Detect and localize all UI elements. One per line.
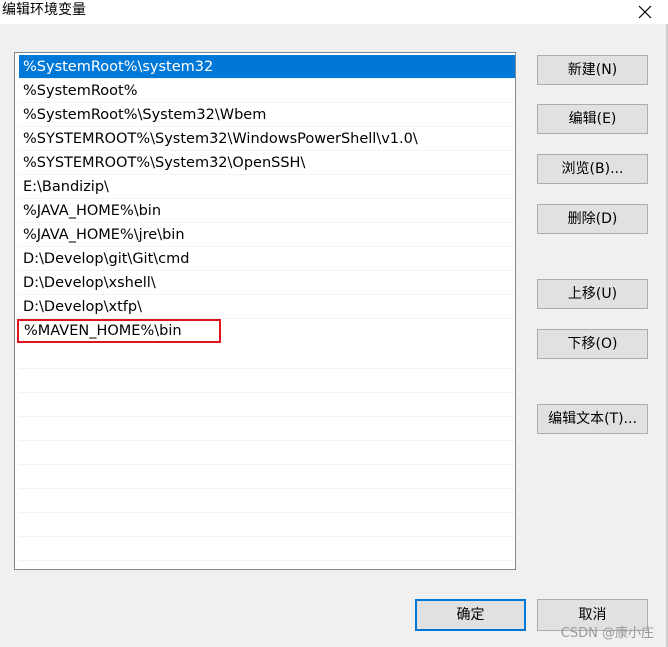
new-button[interactable]: 新建(N) — [537, 55, 648, 85]
watermark: CSDN @康小庄 — [560, 626, 654, 641]
ok-button[interactable]: 确定 — [415, 599, 526, 631]
list-item[interactable]: %SystemRoot%\System32\Wbem — [19, 103, 515, 127]
title-bar: 编辑环境变量 — [0, 0, 668, 24]
empty-row[interactable] — [19, 441, 515, 465]
list-item[interactable]: %JAVA_HOME%\jre\bin — [19, 223, 515, 247]
empty-row[interactable] — [19, 537, 515, 561]
delete-button[interactable]: 删除(D) — [537, 204, 648, 234]
list-item-highlighted[interactable]: %MAVEN_HOME%\bin — [17, 319, 221, 343]
list-item[interactable]: %SystemRoot%\system32 — [19, 55, 515, 79]
list-item[interactable]: E:\Bandizip\ — [19, 175, 515, 199]
empty-row[interactable] — [19, 489, 515, 513]
empty-row[interactable] — [19, 369, 515, 393]
list-item[interactable]: %SystemRoot% — [19, 79, 515, 103]
list-item[interactable]: %JAVA_HOME%\bin — [19, 199, 515, 223]
empty-row[interactable] — [19, 393, 515, 417]
list-item[interactable]: D:\Develop\xtfp\ — [19, 295, 515, 319]
list-item[interactable]: %SYSTEMROOT%\System32\WindowsPowerShell\… — [19, 127, 515, 151]
empty-row[interactable] — [19, 345, 515, 369]
close-icon — [638, 5, 652, 19]
edit-text-button[interactable]: 编辑文本(T)... — [537, 404, 648, 434]
window-title: 编辑环境变量 — [2, 2, 86, 18]
path-listbox[interactable]: %SystemRoot%\system32 %SystemRoot% %Syst… — [14, 52, 516, 570]
list-item[interactable]: D:\Develop\git\Git\cmd — [19, 247, 515, 271]
empty-row[interactable] — [19, 465, 515, 489]
close-button[interactable] — [622, 0, 668, 24]
move-down-button[interactable]: 下移(O) — [537, 329, 648, 359]
move-up-button[interactable]: 上移(U) — [537, 279, 648, 309]
empty-row[interactable] — [19, 513, 515, 537]
empty-row[interactable] — [19, 417, 515, 441]
list-item[interactable]: D:\Develop\xshell\ — [19, 271, 515, 295]
browse-button[interactable]: 浏览(B)... — [537, 154, 648, 184]
list-item[interactable]: %SYSTEMROOT%\System32\OpenSSH\ — [19, 151, 515, 175]
edit-button[interactable]: 编辑(E) — [537, 104, 648, 134]
